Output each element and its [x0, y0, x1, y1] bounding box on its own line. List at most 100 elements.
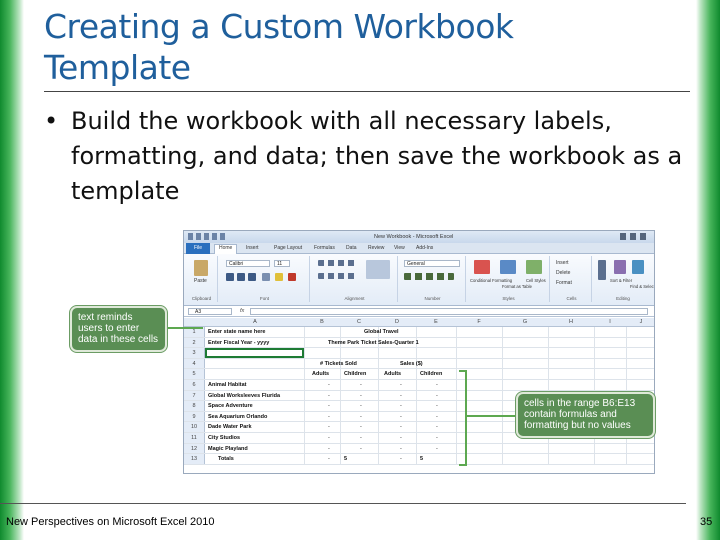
tab-view[interactable]: View — [394, 245, 405, 251]
italic-icon[interactable] — [237, 273, 245, 281]
col-header-h[interactable]: H — [548, 319, 594, 325]
row-number[interactable]: 10 — [184, 422, 205, 432]
cell-d5[interactable]: Adults — [384, 369, 401, 379]
col-header-e[interactable]: E — [416, 319, 456, 325]
cell-e13[interactable]: 5 — [420, 454, 423, 464]
cell-a9[interactable]: Sea Aquarium Orlando — [208, 412, 267, 422]
col-header-b[interactable]: B — [304, 319, 340, 325]
cell-styles-icon[interactable] — [526, 260, 542, 274]
col-header-g[interactable]: G — [502, 319, 548, 325]
row-number[interactable]: 11 — [184, 432, 205, 443]
cell-e10[interactable]: - — [436, 422, 438, 432]
merge-wrap-icon[interactable] — [366, 260, 390, 279]
cell-a8[interactable]: Space Adventure — [208, 401, 253, 411]
cell-a12[interactable]: Magic Playland — [208, 444, 248, 454]
insert-button[interactable]: Insert — [556, 260, 569, 266]
cell-b7[interactable]: - — [328, 391, 330, 401]
cell-e12[interactable]: - — [436, 444, 438, 454]
quick-access-toolbar[interactable] — [188, 233, 228, 240]
row-number[interactable]: 7 — [184, 390, 205, 401]
selected-cell[interactable] — [205, 348, 304, 358]
cell-b12[interactable]: - — [328, 444, 330, 454]
cell-e5[interactable]: Children — [420, 369, 442, 379]
cell-d9[interactable]: - — [400, 412, 402, 422]
formula-input[interactable] — [250, 308, 648, 315]
cell-b8[interactable]: - — [328, 401, 330, 411]
tab-page-layout[interactable]: Page Layout — [274, 245, 302, 251]
row-number[interactable]: 4 — [184, 358, 205, 369]
col-header-d[interactable]: D — [378, 319, 416, 325]
cell-e6[interactable]: - — [436, 380, 438, 390]
fill-color-icon[interactable] — [275, 273, 283, 281]
cell-e11[interactable]: - — [436, 433, 438, 443]
conditional-formatting-icon[interactable] — [474, 260, 490, 274]
cell-b9[interactable]: - — [328, 412, 330, 422]
col-header-c[interactable]: C — [340, 319, 378, 325]
sort-filter-icon[interactable] — [614, 260, 626, 274]
cell-d13[interactable]: - — [400, 454, 402, 464]
cell-b4[interactable]: # Tickets Sold — [320, 359, 357, 369]
row-number[interactable]: 9 — [184, 411, 205, 422]
cell-a7[interactable]: Global Worksleeves Flurida — [208, 391, 280, 401]
number-format-combo[interactable]: General — [404, 260, 460, 267]
row-number[interactable]: 6 — [184, 379, 205, 390]
row-number[interactable]: 3 — [184, 348, 205, 358]
borders-icon[interactable] — [262, 273, 270, 281]
row-number[interactable]: 8 — [184, 401, 205, 411]
cell-b11[interactable]: - — [328, 433, 330, 443]
format-button[interactable]: Format — [556, 280, 572, 286]
paste-icon[interactable] — [194, 260, 208, 276]
tab-file[interactable]: File — [186, 243, 210, 254]
cell-c6[interactable]: - — [360, 380, 362, 390]
format-as-table-icon[interactable] — [500, 260, 516, 274]
alignment-icons-top[interactable] — [318, 260, 358, 266]
alignment-icons-bottom[interactable] — [318, 273, 358, 279]
cell-d4[interactable]: Sales ($) — [400, 359, 423, 369]
font-color-icon[interactable] — [288, 273, 296, 281]
cell-c13[interactable]: 5 — [344, 454, 347, 464]
tab-insert[interactable]: Insert — [246, 245, 259, 251]
cell-a13[interactable]: Totals — [218, 454, 234, 464]
cell-a1[interactable]: Enter state name here — [208, 327, 265, 337]
tab-formulas[interactable]: Formulas — [314, 245, 335, 251]
cell-c8[interactable]: - — [360, 401, 362, 411]
fx-icon[interactable]: fx — [240, 308, 244, 314]
cell-c2[interactable]: Theme Park Ticket Sales-Quarter 1 — [328, 338, 419, 348]
cell-d12[interactable]: - — [400, 444, 402, 454]
row-number[interactable]: 2 — [184, 337, 205, 348]
tab-home[interactable]: Home — [214, 244, 238, 254]
cell-c10[interactable]: - — [360, 422, 362, 432]
cell-d11[interactable]: - — [400, 433, 402, 443]
cell-d6[interactable]: - — [400, 380, 402, 390]
cell-c9[interactable]: - — [360, 412, 362, 422]
name-box[interactable]: A3 — [188, 308, 232, 315]
cell-b5[interactable]: Adults — [312, 369, 329, 379]
underline-icon[interactable] — [248, 273, 256, 281]
row-number[interactable]: 13 — [184, 454, 205, 464]
tab-data[interactable]: Data — [346, 245, 357, 251]
tab-add-ins[interactable]: Add-Ins — [416, 245, 433, 251]
bold-icon[interactable] — [226, 273, 234, 281]
cell-b6[interactable]: - — [328, 380, 330, 390]
cell-e9[interactable]: - — [436, 412, 438, 422]
font-name-combo[interactable]: Calibri — [226, 260, 270, 267]
cell-c12[interactable]: - — [360, 444, 362, 454]
row-number[interactable]: 5 — [184, 369, 205, 379]
cell-d7[interactable]: - — [400, 391, 402, 401]
cell-e8[interactable]: - — [436, 401, 438, 411]
col-header-i[interactable]: I — [594, 319, 626, 325]
cell-c11[interactable]: - — [360, 433, 362, 443]
tab-review[interactable]: Review — [368, 245, 384, 251]
find-select-icon[interactable] — [632, 260, 644, 274]
autosum-icon[interactable] — [598, 260, 606, 280]
col-header-j[interactable]: J — [626, 319, 654, 325]
cell-d8[interactable]: - — [400, 401, 402, 411]
col-header-f[interactable]: F — [456, 319, 502, 325]
col-header-a[interactable]: A — [206, 319, 304, 325]
cell-c7[interactable]: - — [360, 391, 362, 401]
cell-a11[interactable]: City Studios — [208, 433, 240, 443]
cell-b13[interactable]: - — [328, 454, 330, 464]
cell-d10[interactable]: - — [400, 422, 402, 432]
cell-a10[interactable]: Dade Water Park — [208, 422, 252, 432]
number-icons[interactable] — [404, 273, 454, 280]
